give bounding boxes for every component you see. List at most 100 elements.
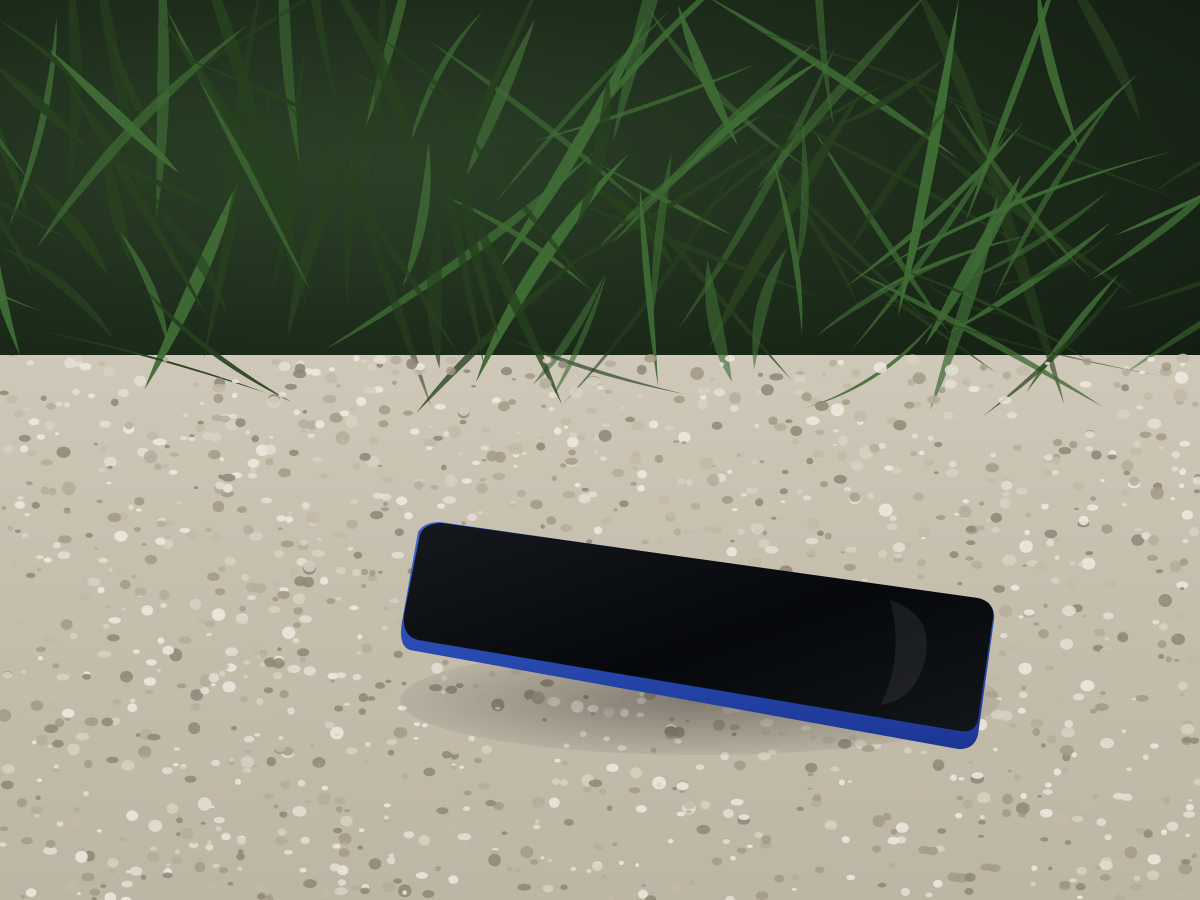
pebble <box>593 526 603 535</box>
pebble <box>1061 651 1071 658</box>
pebble <box>586 539 593 544</box>
pebble <box>263 793 274 800</box>
pebble <box>403 410 413 416</box>
pebble <box>322 888 329 894</box>
pebble <box>635 863 640 867</box>
pebble <box>410 428 420 435</box>
pebble <box>160 602 167 609</box>
pebble <box>999 632 1008 639</box>
pebble <box>638 889 648 899</box>
pebble <box>215 588 226 596</box>
pebble <box>1156 433 1167 441</box>
pebble <box>1150 743 1159 749</box>
pebble <box>938 387 946 394</box>
pebble <box>308 430 314 434</box>
pebble <box>1091 450 1102 460</box>
pebble <box>910 450 918 457</box>
pebble <box>390 369 400 375</box>
pebble <box>599 788 607 795</box>
pebble <box>360 359 368 364</box>
pebble <box>577 434 586 442</box>
pebble <box>840 551 846 554</box>
pebble <box>1019 540 1033 553</box>
pebble <box>1035 813 1041 818</box>
pebble <box>277 527 283 531</box>
pebble <box>685 478 693 486</box>
pebble <box>478 783 490 790</box>
pebble <box>1181 736 1192 743</box>
pebble <box>413 480 424 490</box>
pebble <box>239 696 249 703</box>
pebble <box>1162 796 1171 805</box>
pebble <box>873 362 887 374</box>
pebble <box>1080 680 1095 692</box>
pebble <box>1 506 7 510</box>
pebble <box>511 378 517 381</box>
pebble <box>853 411 868 422</box>
pebble <box>362 883 369 888</box>
pebble <box>570 866 577 872</box>
pebble <box>965 556 974 561</box>
pebble <box>1103 612 1114 620</box>
pebble <box>846 874 856 881</box>
pebble <box>648 420 659 429</box>
pebble <box>842 399 850 405</box>
pebble <box>317 792 331 806</box>
pebble <box>299 867 307 873</box>
pebble <box>189 434 195 438</box>
pebble <box>618 755 624 761</box>
pebble <box>278 361 291 372</box>
pebble <box>551 778 561 785</box>
pebble <box>482 428 491 433</box>
pebble <box>998 604 1013 618</box>
pebble <box>1013 444 1022 451</box>
pebble <box>231 392 238 398</box>
pebble <box>1158 593 1172 608</box>
pebble <box>209 432 222 442</box>
pebble <box>205 527 213 533</box>
pebble <box>1133 875 1141 881</box>
pebble <box>205 843 214 851</box>
pebble <box>26 481 33 486</box>
pebble <box>1022 564 1028 568</box>
pebble <box>936 515 946 520</box>
pebble <box>949 460 957 468</box>
pebble <box>229 413 237 419</box>
pebble <box>434 403 446 410</box>
pebble <box>964 872 976 882</box>
pebble <box>383 606 389 611</box>
pebble <box>386 739 398 746</box>
pebble <box>148 819 163 832</box>
pebble <box>586 376 601 385</box>
pebble <box>1031 865 1038 871</box>
pebble <box>345 747 358 755</box>
pebble <box>99 420 112 428</box>
pebble <box>1058 882 1071 891</box>
leaf <box>426 219 442 370</box>
pebble <box>658 495 670 505</box>
pebble <box>515 868 521 873</box>
pebble <box>211 683 216 687</box>
pebble <box>56 821 64 827</box>
pebble <box>100 446 107 452</box>
leaf-group <box>0 0 1200 417</box>
pebble <box>1024 529 1030 536</box>
pebble <box>548 406 555 412</box>
pebble <box>1054 555 1060 561</box>
pebble <box>359 768 373 781</box>
pebble <box>926 846 939 856</box>
pebble <box>179 527 191 534</box>
pebble <box>36 646 47 653</box>
pebble <box>630 767 642 779</box>
pebble <box>990 512 1003 523</box>
pebble <box>542 357 552 364</box>
pebble <box>352 462 361 471</box>
pebble <box>458 407 470 416</box>
leaf <box>1156 160 1200 191</box>
pebble <box>378 571 383 574</box>
pebble <box>1016 802 1030 815</box>
pebble <box>235 418 246 428</box>
pebble <box>1079 381 1092 388</box>
pebble <box>52 663 60 668</box>
pebble <box>1161 829 1168 836</box>
